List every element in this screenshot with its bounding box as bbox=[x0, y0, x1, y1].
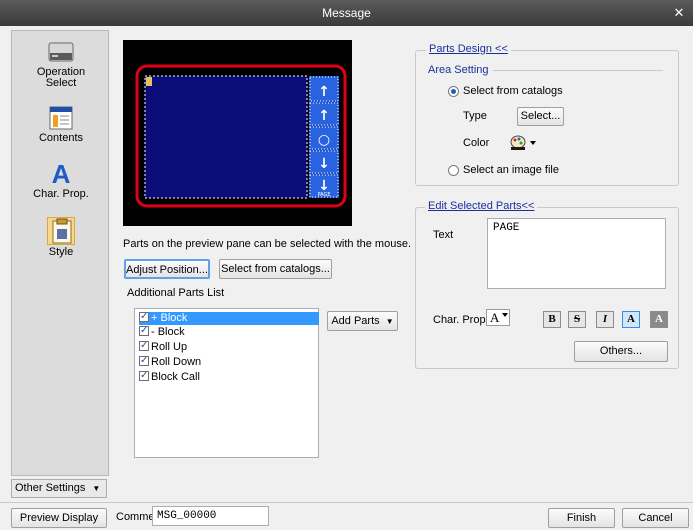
color-picker-button[interactable] bbox=[509, 134, 539, 151]
text-label: Text bbox=[433, 229, 454, 241]
scroll-up-icon: ↑ bbox=[318, 108, 330, 124]
window-title: Message bbox=[322, 6, 371, 20]
char-prop-label: Char. Prop bbox=[433, 314, 486, 326]
block-marker bbox=[146, 77, 152, 86]
chevron-down-icon: ▼ bbox=[92, 484, 101, 493]
list-item[interactable]: - Block bbox=[139, 324, 319, 339]
area-setting-label: Area Setting bbox=[428, 64, 493, 76]
others-button[interactable]: Others... bbox=[574, 341, 668, 362]
char-prop-dropdown[interactable]: A bbox=[486, 309, 510, 326]
list-item-label: + Block bbox=[151, 312, 188, 324]
chevron-down-icon: ▼ bbox=[385, 317, 394, 326]
add-parts-button[interactable]: Add Parts ▼ bbox=[327, 311, 398, 331]
scroll-down-icon: ↓ bbox=[318, 156, 330, 172]
parts-design-title[interactable]: Parts Design << bbox=[426, 43, 511, 55]
text-field[interactable]: PAGE bbox=[487, 218, 666, 289]
preview-canvas: ↑ ↑ ○ ↓ ↓ PAGE bbox=[135, 64, 347, 208]
text-color-button[interactable]: A bbox=[622, 311, 640, 328]
sidebar: Operation Select Contents A Char. Prop. … bbox=[11, 30, 109, 476]
sidebar-item-label: Style bbox=[48, 246, 74, 258]
sidebar-item-label: Operation Select bbox=[36, 66, 86, 89]
operation-select-icon bbox=[48, 42, 74, 62]
sidebar-item-style[interactable]: Style bbox=[12, 217, 110, 258]
page-label: PAGE bbox=[317, 192, 330, 198]
sidebar-item-contents[interactable]: Contents bbox=[12, 105, 110, 144]
additional-parts-list[interactable]: + Block - Block Roll Up Roll Down Block … bbox=[134, 308, 319, 458]
list-item-label: Roll Up bbox=[151, 341, 188, 353]
checkbox[interactable] bbox=[139, 369, 149, 382]
bold-button[interactable]: B bbox=[543, 311, 561, 328]
checkbox[interactable] bbox=[139, 339, 149, 352]
list-item[interactable]: Roll Up bbox=[139, 339, 319, 354]
add-parts-label: Add Parts bbox=[331, 315, 380, 327]
style-icon bbox=[47, 217, 75, 245]
char-prop-glyph: A bbox=[490, 310, 500, 325]
shadow-button[interactable]: S bbox=[568, 311, 586, 328]
svg-text:A: A bbox=[52, 159, 71, 187]
sidebar-item-operation-select[interactable]: Operation Select bbox=[12, 39, 110, 89]
contents-icon bbox=[49, 106, 73, 130]
title-bar: Message ✕ bbox=[0, 0, 693, 26]
palette-icon bbox=[510, 135, 536, 150]
close-icon[interactable]: ✕ bbox=[671, 0, 687, 26]
list-item-label: Roll Down bbox=[151, 356, 202, 368]
cancel-button[interactable]: Cancel bbox=[622, 508, 689, 528]
select-image-file-label: Select an image file bbox=[463, 164, 559, 176]
char-prop-icon: A bbox=[52, 159, 71, 187]
footer-divider bbox=[0, 502, 693, 503]
finish-button[interactable]: Finish bbox=[548, 508, 615, 528]
chevron-down-icon bbox=[502, 313, 508, 317]
edit-selected-parts-title[interactable]: Edit Selected Parts<< bbox=[425, 200, 538, 212]
color-label: Color bbox=[463, 137, 490, 149]
preview-hint: Parts on the preview pane can be selecte… bbox=[123, 238, 412, 250]
list-item-label: Block Call bbox=[151, 371, 200, 383]
background-color-button[interactable]: A bbox=[650, 311, 668, 328]
scroll-top-icon: ↑ bbox=[318, 84, 330, 100]
sidebar-item-label: Char. Prop. bbox=[33, 188, 89, 200]
list-item[interactable]: Roll Down bbox=[139, 354, 319, 369]
select-from-catalogs-radio-label: Select from catalogs bbox=[463, 85, 563, 97]
block-panel bbox=[144, 75, 308, 199]
comment-field[interactable]: MSG_00000 bbox=[152, 506, 269, 526]
italic-button[interactable]: I bbox=[596, 311, 614, 328]
block-call-icon: ○ bbox=[318, 132, 330, 148]
preview-display-button[interactable]: Preview Display bbox=[11, 508, 107, 528]
list-item[interactable]: Block Call bbox=[139, 369, 319, 384]
list-item[interactable]: + Block bbox=[139, 310, 319, 325]
additional-parts-label: Additional Parts List bbox=[127, 287, 225, 299]
list-item-label: - Block bbox=[151, 326, 185, 338]
other-settings-label: Other Settings bbox=[15, 482, 86, 494]
preview-pane[interactable]: ↑ ↑ ○ ↓ ↓ PAGE bbox=[123, 40, 352, 226]
sidebar-item-label: Contents bbox=[38, 132, 84, 144]
select-image-file-radio[interactable] bbox=[448, 165, 459, 176]
type-select-button[interactable]: Select... bbox=[517, 107, 564, 126]
checkbox[interactable] bbox=[139, 354, 149, 367]
checkbox[interactable] bbox=[139, 310, 149, 323]
select-from-catalogs-radio[interactable] bbox=[448, 86, 459, 97]
type-label: Type bbox=[463, 110, 487, 122]
select-from-catalogs-button[interactable]: Select from catalogs... bbox=[219, 259, 332, 279]
sidebar-item-char-prop[interactable]: A Char. Prop. bbox=[12, 159, 110, 200]
comment-label: Comme bbox=[116, 511, 155, 523]
other-settings-dropdown[interactable]: Other Settings ▼ bbox=[11, 479, 107, 498]
checkbox[interactable] bbox=[139, 324, 149, 337]
adjust-position-button[interactable]: Adjust Position... bbox=[124, 259, 210, 279]
